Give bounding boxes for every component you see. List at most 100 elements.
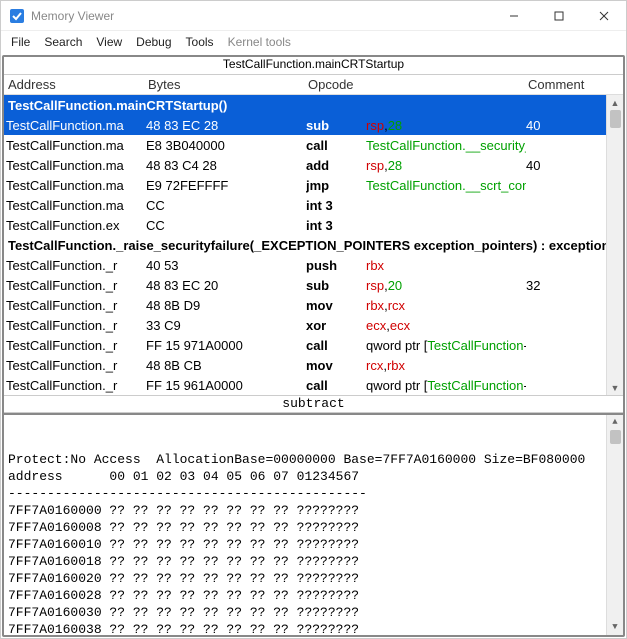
app-icon (9, 8, 25, 24)
cell-opcode: mov (306, 358, 366, 373)
cell-opcode: sub (306, 118, 366, 133)
cell-opcode: int 3 (306, 198, 366, 213)
hex-scrollbar[interactable]: ▲ ▼ (606, 415, 623, 635)
cell-opcode: xor (306, 318, 366, 333)
cell-address: TestCallFunction.ex (6, 218, 146, 233)
disassembly-view[interactable]: TestCallFunction.mainCRTStartup() TestCa… (4, 95, 623, 395)
cell-operands: qword ptr [TestCallFunction->KERNEL32.Un… (366, 378, 526, 393)
hex-row[interactable]: 7FF7A0160020 ?? ?? ?? ?? ?? ?? ?? ?? ???… (8, 570, 621, 587)
hex-row[interactable]: 7FF7A0160030 ?? ?? ?? ?? ?? ?? ?? ?? ???… (8, 604, 621, 621)
col-header-bytes[interactable]: Bytes (148, 77, 308, 92)
cell-bytes: 48 83 C4 28 (146, 158, 306, 173)
cell-operands: qword ptr [TestCallFunction->KERNEL32.Se… (366, 338, 526, 353)
disasm-row[interactable]: TestCallFunction._r 33 C9 xor ecx,ecx (4, 315, 623, 335)
menu-kernel-tools[interactable]: Kernel tools (228, 35, 291, 49)
cell-bytes: E8 3B040000 (146, 138, 306, 153)
menu-debug[interactable]: Debug (136, 35, 171, 49)
window-title: Memory Viewer (31, 9, 114, 23)
cell-address: TestCallFunction._r (6, 358, 146, 373)
hex-row[interactable]: 7FF7A0160008 ?? ?? ?? ?? ?? ?? ?? ?? ???… (8, 519, 621, 536)
disasm-row[interactable]: TestCallFunction._r 40 53 push rbx (4, 255, 623, 275)
cell-opcode: add (306, 158, 366, 173)
content-frame: TestCallFunction.mainCRTStartup Address … (2, 55, 625, 637)
scroll-up-icon[interactable]: ▲ (608, 415, 623, 430)
cell-bytes: 48 8B CB (146, 358, 306, 373)
cell-opcode: int 3 (306, 218, 366, 233)
cell-address: TestCallFunction.ma (6, 118, 146, 133)
menu-file[interactable]: File (11, 35, 30, 49)
cell-operands: rcx,rbx (366, 358, 526, 373)
cell-opcode: call (306, 338, 366, 353)
cell-address: TestCallFunction._r (6, 378, 146, 393)
cell-bytes: CC (146, 218, 306, 233)
maximize-button[interactable] (536, 1, 581, 30)
cell-bytes: FF 15 971A0000 (146, 338, 306, 353)
disasm-row[interactable]: TestCallFunction.ma E8 3B040000 call Tes… (4, 135, 623, 155)
scroll-up-icon[interactable]: ▲ (608, 95, 623, 110)
hex-row[interactable]: 7FF7A0160010 ?? ?? ?? ?? ?? ?? ?? ?? ???… (8, 536, 621, 553)
cell-operands: rsp,28 (366, 158, 526, 173)
cell-operands: rbx (366, 258, 526, 273)
hex-row[interactable]: 7FF7A0160038 ?? ?? ?? ?? ?? ?? ?? ?? ???… (8, 621, 621, 635)
cell-operands: rbx,rcx (366, 298, 526, 313)
instruction-status: subtract (4, 395, 623, 413)
cell-opcode: call (306, 138, 366, 153)
tab-strip[interactable]: TestCallFunction.mainCRTStartup (4, 57, 623, 75)
disasm-row[interactable]: TestCallFunction._r FF 15 971A0000 call … (4, 335, 623, 355)
cell-address: TestCallFunction._r (6, 318, 146, 333)
cell-bytes: CC (146, 198, 306, 213)
function-header[interactable]: TestCallFunction._raise_securityfailure(… (4, 235, 623, 255)
cell-opcode: jmp (306, 178, 366, 193)
cell-operands: TestCallFunction.__security_i (366, 138, 526, 153)
cell-bytes: E9 72FEFFFF (146, 178, 306, 193)
cell-opcode: call (306, 378, 366, 393)
disasm-row[interactable]: TestCallFunction.ex CC int 3 (4, 215, 623, 235)
cell-address: TestCallFunction._r (6, 258, 146, 273)
cell-bytes: 48 83 EC 28 (146, 118, 306, 133)
cell-address: TestCallFunction.ma (6, 178, 146, 193)
disasm-row[interactable]: TestCallFunction.ma E9 72FEFFFF jmp Test… (4, 175, 623, 195)
col-header-address[interactable]: Address (8, 77, 148, 92)
hex-row[interactable]: 7FF7A0160018 ?? ?? ?? ?? ?? ?? ?? ?? ???… (8, 553, 621, 570)
hex-row[interactable]: 7FF7A0160000 ?? ?? ?? ?? ?? ?? ?? ?? ???… (8, 502, 621, 519)
menu-search[interactable]: Search (44, 35, 82, 49)
cell-operands: rsp,28 (366, 118, 526, 133)
cell-address: TestCallFunction.ma (6, 138, 146, 153)
col-header-opcode[interactable]: Opcode (308, 77, 368, 92)
menu-tools[interactable]: Tools (186, 35, 214, 49)
disasm-row[interactable]: TestCallFunction.ma 48 83 C4 28 add rsp,… (4, 155, 623, 175)
disasm-row[interactable]: TestCallFunction._r FF 15 961A0000 call … (4, 375, 623, 395)
cell-opcode: mov (306, 298, 366, 313)
hex-row[interactable]: 7FF7A0160028 ?? ?? ?? ?? ?? ?? ?? ?? ???… (8, 587, 621, 604)
cell-operands: ecx,ecx (366, 318, 526, 333)
cell-address: TestCallFunction._r (6, 298, 146, 313)
function-header[interactable]: TestCallFunction.mainCRTStartup() (4, 95, 623, 115)
scroll-down-icon[interactable]: ▼ (608, 380, 623, 395)
hex-column-header: address 00 01 02 03 04 05 06 07 01234567 (8, 468, 621, 485)
disasm-row[interactable]: TestCallFunction.ma CC int 3 (4, 195, 623, 215)
minimize-button[interactable] (491, 1, 536, 30)
disasm-row[interactable]: TestCallFunction._r 48 83 EC 20 sub rsp,… (4, 275, 623, 295)
menu-view[interactable]: View (96, 35, 122, 49)
close-button[interactable] (581, 1, 626, 30)
cell-operands: TestCallFunction.__scrt_com (366, 178, 526, 193)
titlebar: Memory Viewer (1, 1, 626, 31)
disasm-scrollbar[interactable]: ▲ ▼ (606, 95, 623, 395)
col-header-comment[interactable]: Comment (528, 77, 623, 92)
active-tab-label: TestCallFunction.mainCRTStartup (223, 57, 404, 71)
cell-operands: rsp,20 (366, 278, 526, 293)
menubar: File Search View Debug Tools Kernel tool… (1, 31, 626, 55)
disasm-row[interactable]: TestCallFunction._r 48 8B D9 mov rbx,rcx (4, 295, 623, 315)
disasm-row[interactable]: TestCallFunction.ma 48 83 EC 28 sub rsp,… (4, 115, 623, 135)
hex-info-line: Protect:No Access AllocationBase=0000000… (8, 451, 621, 468)
disasm-row[interactable]: TestCallFunction._r 48 8B CB mov rcx,rbx (4, 355, 623, 375)
cell-bytes: 33 C9 (146, 318, 306, 333)
hex-separator: ----------------------------------------… (8, 485, 621, 502)
cell-address: TestCallFunction._r (6, 338, 146, 353)
scroll-down-icon[interactable]: ▼ (608, 620, 623, 635)
disasm-column-headers: Address Bytes Opcode Comment (4, 75, 623, 95)
cell-bytes: 48 83 EC 20 (146, 278, 306, 293)
cell-bytes: FF 15 961A0000 (146, 378, 306, 393)
cell-address: TestCallFunction.ma (6, 198, 146, 213)
hex-view[interactable]: Protect:No Access AllocationBase=0000000… (4, 413, 623, 635)
